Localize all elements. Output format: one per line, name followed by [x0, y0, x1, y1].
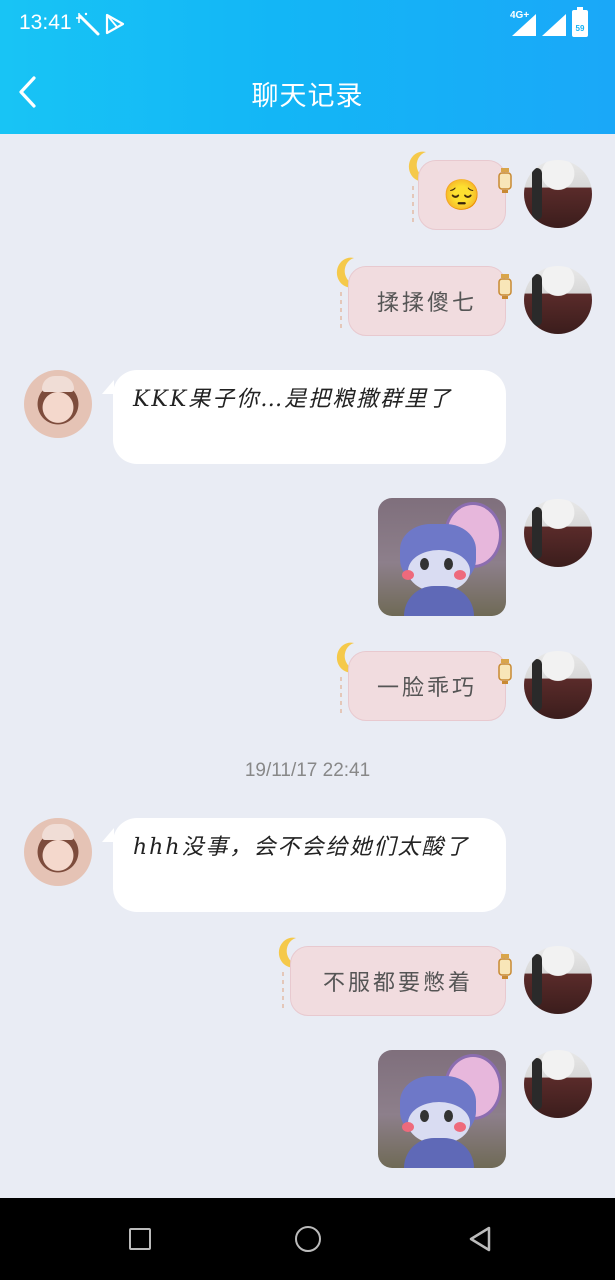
play-store-icon: [105, 13, 125, 35]
timestamp: 19/11/17 22:41: [244, 760, 371, 781]
signal-icon: [542, 14, 566, 36]
message-text: KKK果子你…是把粮撒群里了: [133, 387, 453, 412]
avatar[interactable]: [524, 651, 592, 719]
square-icon[interactable]: [129, 1228, 151, 1250]
circle-icon[interactable]: [295, 1226, 321, 1252]
message-bubble[interactable]: 不服都要憋着: [290, 946, 506, 1016]
battery-level: 59: [575, 24, 585, 33]
lantern-icon: [498, 659, 512, 684]
avatar[interactable]: [524, 499, 592, 567]
avatar[interactable]: [524, 266, 592, 334]
battery-icon: 59: [572, 7, 588, 37]
app-header: 13:41 4G+ 59 聊天记录: [0, 0, 615, 134]
avatar[interactable]: [524, 946, 592, 1014]
lantern-icon: [498, 274, 512, 299]
page-title: 聊天记录: [251, 81, 364, 112]
status-bar: 13:41 4G+ 59: [0, 0, 615, 50]
status-time: 13:41: [19, 11, 72, 34]
message-bubble[interactable]: 一脸乖巧: [348, 651, 506, 721]
message-text: 😔: [443, 177, 481, 213]
message-bubble[interactable]: 揉揉傻七: [348, 266, 506, 336]
avatar[interactable]: [524, 1050, 592, 1118]
message-text: 揉揉傻七: [376, 291, 477, 316]
decoration: [340, 677, 342, 717]
decoration: [412, 186, 414, 226]
system-nav-bar: [0, 1198, 615, 1280]
lantern-icon: [498, 168, 512, 193]
triangle-back-icon[interactable]: [467, 1225, 493, 1253]
lantern-icon: [498, 954, 512, 979]
sticker-image[interactable]: [378, 498, 506, 616]
avatar[interactable]: [24, 818, 92, 886]
avatar[interactable]: [24, 370, 92, 438]
decoration: [340, 292, 342, 332]
message-text: 不服都要憋着: [322, 971, 473, 996]
message-bubble[interactable]: KKK果子你…是把粮撒群里了: [113, 370, 506, 464]
decoration: [282, 972, 284, 1012]
message-text: 一脸乖巧: [376, 676, 477, 701]
signal-icon: [512, 14, 536, 36]
message-text: hhh没事，会不会给她们太酸了: [133, 835, 470, 860]
magic-wand-icon: [76, 12, 100, 36]
message-bubble[interactable]: 😔: [418, 160, 506, 230]
message-bubble[interactable]: hhh没事，会不会给她们太酸了: [113, 818, 506, 912]
avatar[interactable]: [524, 160, 592, 228]
sticker-image[interactable]: [378, 1050, 506, 1168]
